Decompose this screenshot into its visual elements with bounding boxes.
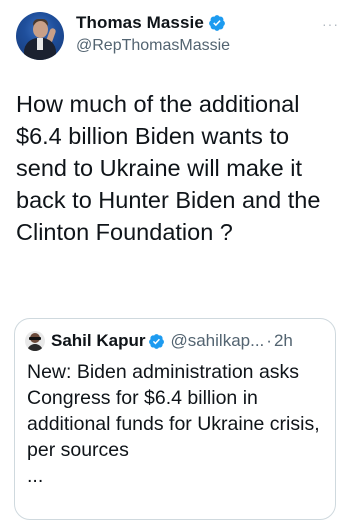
verified-badge-icon: [209, 15, 225, 31]
quoted-author-avatar[interactable]: [25, 331, 45, 351]
quoted-tweet-timestamp[interactable]: 2h: [274, 331, 293, 351]
author-name-row[interactable]: Thomas Massie: [76, 13, 226, 33]
quoted-tweet-text: New: Biden administration asks Congress …: [27, 359, 327, 489]
verified-badge-icon: [149, 333, 165, 349]
dot-separator: ·: [266, 331, 272, 350]
author-handle[interactable]: @RepThomasMassie: [76, 37, 230, 55]
quoted-author-display-name[interactable]: Sahil Kapur: [51, 331, 145, 351]
avatar-head: [33, 21, 48, 38]
quoted-avatar-glasses: [29, 337, 41, 340]
quoted-tweet-card[interactable]: Sahil Kapur @sahilkap... · 2h New: Biden…: [14, 318, 336, 520]
quoted-tweet-body: New: Biden administration asks Congress …: [27, 361, 320, 461]
quoted-tweet-header: Sahil Kapur @sahilkap... · 2h: [25, 331, 293, 351]
tweet-text: How much of the additional $6.4 billion …: [16, 91, 321, 245]
quoted-author-handle[interactable]: @sahilkap...: [170, 331, 264, 351]
author-avatar[interactable]: [16, 12, 64, 60]
avatar-shirt: [37, 38, 43, 50]
quoted-tweet-ellipsis: ...: [27, 465, 44, 487]
tweet-header: Thomas Massie @RepThomasMassie ···: [16, 10, 341, 64]
author-display-name[interactable]: Thomas Massie: [76, 13, 204, 33]
more-options-icon[interactable]: ···: [322, 16, 339, 32]
quoted-avatar-body: [27, 344, 43, 351]
